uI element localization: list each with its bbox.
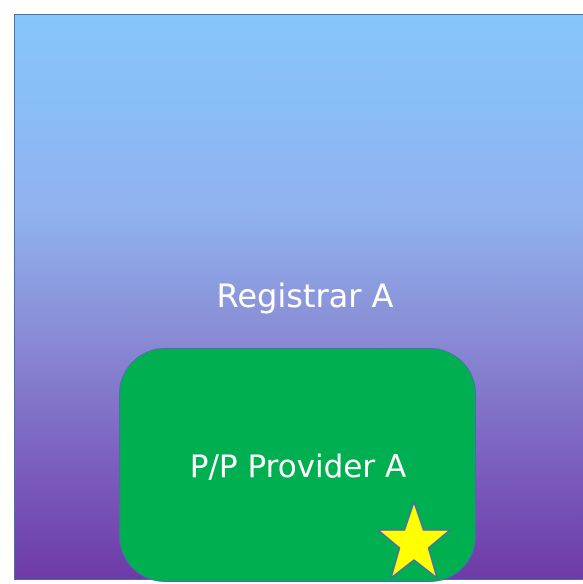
provider-label: P/P Provider A bbox=[189, 449, 407, 485]
registrar-label: Registrar A bbox=[216, 277, 394, 315]
star-icon bbox=[377, 501, 451, 579]
diagram-canvas: Registrar A P/P Provider A bbox=[0, 0, 583, 584]
